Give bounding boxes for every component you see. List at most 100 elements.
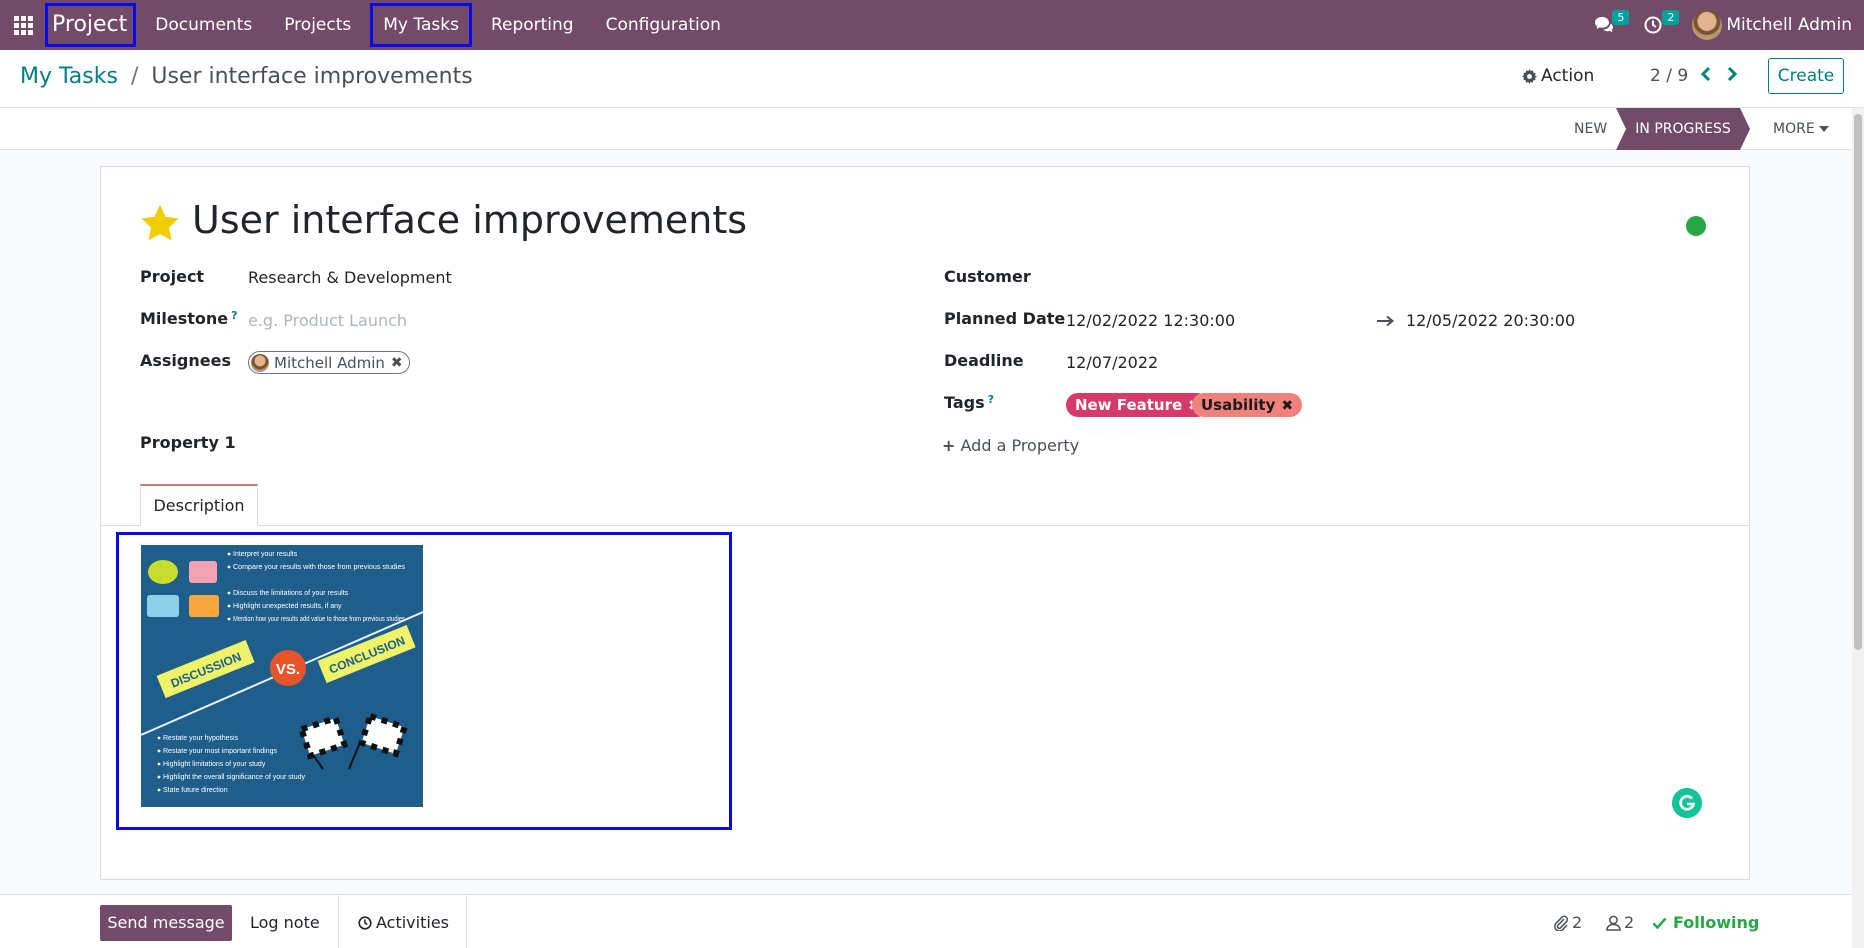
- activity-menu[interactable]: 2: [1644, 0, 1680, 50]
- paperclip-icon: [1554, 915, 1569, 931]
- image-bullet-top: Discuss the limitations of your results: [233, 590, 349, 597]
- tags-label: Tags?: [944, 393, 994, 412]
- breadcrumb: My Tasks / User interface improvements: [20, 64, 473, 89]
- stage-in-progress-button[interactable]: In Progress: [1616, 108, 1750, 150]
- stage-new-button[interactable]: New: [1574, 108, 1607, 150]
- add-property-label: Add a Property: [960, 436, 1080, 455]
- discussion-vs-conclusion-image[interactable]: Interpret your results Compare your resu…: [141, 545, 423, 807]
- create-button[interactable]: Create: [1768, 58, 1844, 94]
- app-brand-link[interactable]: Project: [42, 0, 139, 50]
- breadcrumb-my-tasks-link[interactable]: My Tasks: [20, 64, 118, 89]
- assignee-avatar: [251, 353, 269, 372]
- following-button[interactable]: Following: [1652, 905, 1759, 941]
- chat-icon: [1595, 17, 1614, 33]
- planned-date-start-field[interactable]: 12/02/2022 12:30:00: [1066, 311, 1235, 330]
- chatter-divider: [338, 895, 339, 948]
- apps-grid-icon: [13, 15, 33, 35]
- caret-down-icon: [1818, 126, 1829, 132]
- top-navbar: Project Documents Projects My Tasks Repo…: [0, 0, 1864, 50]
- tags-help-icon[interactable]: ?: [988, 393, 994, 406]
- tags-label-text: Tags: [944, 393, 985, 412]
- attachments-button[interactable]: 2: [1553, 905, 1582, 941]
- milestone-field[interactable]: e.g. Product Launch: [248, 311, 407, 330]
- image-bullet-bottom: Highlight limitations of your study: [163, 761, 266, 768]
- notebook-tab-divider: [101, 525, 1749, 526]
- menu-reporting[interactable]: Reporting: [475, 0, 590, 50]
- chatter-divider: [466, 895, 467, 948]
- chevron-right-icon: [1727, 66, 1738, 82]
- menu-projects[interactable]: Projects: [268, 0, 367, 50]
- activities-count-badge: 2: [1662, 10, 1680, 25]
- add-property-button[interactable]: + Add a Property: [942, 436, 1079, 455]
- breadcrumb-separator: /: [130, 64, 139, 89]
- messages-count-badge: 5: [1612, 10, 1630, 25]
- clock-icon: [1644, 16, 1662, 34]
- stage-more-dropdown[interactable]: More: [1773, 108, 1829, 150]
- control-panel: My Tasks / User interface improvements A…: [0, 50, 1864, 108]
- deadline-label: Deadline: [944, 351, 1024, 370]
- user-menu[interactable]: Mitchell Admin: [1692, 10, 1864, 40]
- activities-label: Activities: [376, 913, 449, 932]
- tab-description[interactable]: Description: [140, 484, 258, 526]
- followers-count: 2: [1624, 913, 1635, 932]
- log-note-button[interactable]: Log note: [250, 905, 320, 941]
- action-menu-button[interactable]: Action: [1522, 66, 1594, 86]
- following-label: Following: [1673, 913, 1760, 932]
- grammarly-icon[interactable]: [1672, 788, 1702, 818]
- remove-tag-icon[interactable]: ✖: [1281, 398, 1293, 414]
- chatter-topbar: Send message Log note Activities 2 2 Fol…: [0, 894, 1852, 948]
- action-label: Action: [1541, 66, 1595, 86]
- tag-new-feature[interactable]: New Feature✖: [1066, 393, 1209, 417]
- image-bullet-top: Compare your results with those from pre…: [233, 564, 405, 571]
- tag-usability[interactable]: Usability ✖: [1192, 393, 1303, 417]
- image-bullet-top: Highlight unexpected results, if any: [233, 603, 342, 610]
- milestone-help-icon[interactable]: ?: [231, 309, 237, 322]
- attachments-count: 2: [1572, 913, 1583, 932]
- breadcrumb-current: User interface improvements: [151, 64, 473, 89]
- user-name: Mitchell Admin: [1726, 15, 1852, 35]
- image-vs-label: VS.: [276, 661, 300, 678]
- assignee-tag[interactable]: Mitchell Admin ✖: [248, 351, 410, 374]
- image-bullet-top: Mention how your results add value to th…: [233, 616, 405, 623]
- stage-more-label: More: [1773, 121, 1815, 137]
- page-scrollbar[interactable]: [1852, 108, 1864, 948]
- tag-new-feature-label: New Feature: [1075, 396, 1183, 414]
- image-bullet-bottom: State future direction: [163, 787, 228, 794]
- assignee-name: Mitchell Admin: [274, 353, 385, 372]
- apps-menu-button[interactable]: [0, 0, 46, 50]
- stage-statusbar: New In Progress More: [0, 108, 1852, 150]
- image-bullet-bottom: Restate your most important findings: [163, 748, 277, 755]
- remove-assignee-icon[interactable]: ✖: [391, 355, 403, 371]
- arrow-right-icon: [1377, 315, 1395, 327]
- task-title[interactable]: User interface improvements: [192, 198, 747, 242]
- followers-button[interactable]: 2: [1606, 905, 1634, 941]
- messaging-menu[interactable]: 5: [1594, 0, 1630, 50]
- image-bullet-top: Interpret your results: [233, 551, 298, 558]
- stage-in-progress-label: In Progress: [1635, 121, 1731, 137]
- deadline-field[interactable]: 12/07/2022: [1066, 353, 1158, 372]
- priority-star-icon[interactable]: [140, 204, 180, 242]
- customer-label: Customer: [944, 267, 1031, 286]
- planned-date-label: Planned Date: [944, 309, 1066, 328]
- gear-icon: [1522, 68, 1537, 84]
- tag-usability-label: Usability: [1201, 396, 1276, 414]
- pager-value[interactable]: 2 / 9: [1650, 66, 1688, 86]
- user-icon: [1606, 915, 1621, 931]
- send-message-button[interactable]: Send message: [100, 905, 232, 941]
- pager-next-button[interactable]: [1726, 66, 1738, 87]
- activities-button[interactable]: Activities: [358, 905, 449, 941]
- milestone-label: Milestone?: [140, 309, 238, 328]
- planned-date-end-field[interactable]: 12/05/2022 20:30:00: [1406, 311, 1575, 330]
- chevron-left-icon: [1700, 66, 1711, 82]
- scrollbar-thumb[interactable]: [1854, 114, 1862, 650]
- menu-my-tasks[interactable]: My Tasks: [367, 0, 475, 50]
- menu-configuration[interactable]: Configuration: [590, 0, 737, 50]
- menu-documents[interactable]: Documents: [139, 0, 268, 50]
- plus-icon: +: [942, 436, 956, 455]
- property-1-label: Property 1: [140, 433, 236, 452]
- project-label: Project: [140, 267, 205, 286]
- clock-icon: [358, 916, 372, 930]
- kanban-state-indicator[interactable]: [1686, 216, 1706, 236]
- project-field[interactable]: Research & Development: [248, 268, 452, 287]
- pager-previous-button[interactable]: [1700, 66, 1712, 87]
